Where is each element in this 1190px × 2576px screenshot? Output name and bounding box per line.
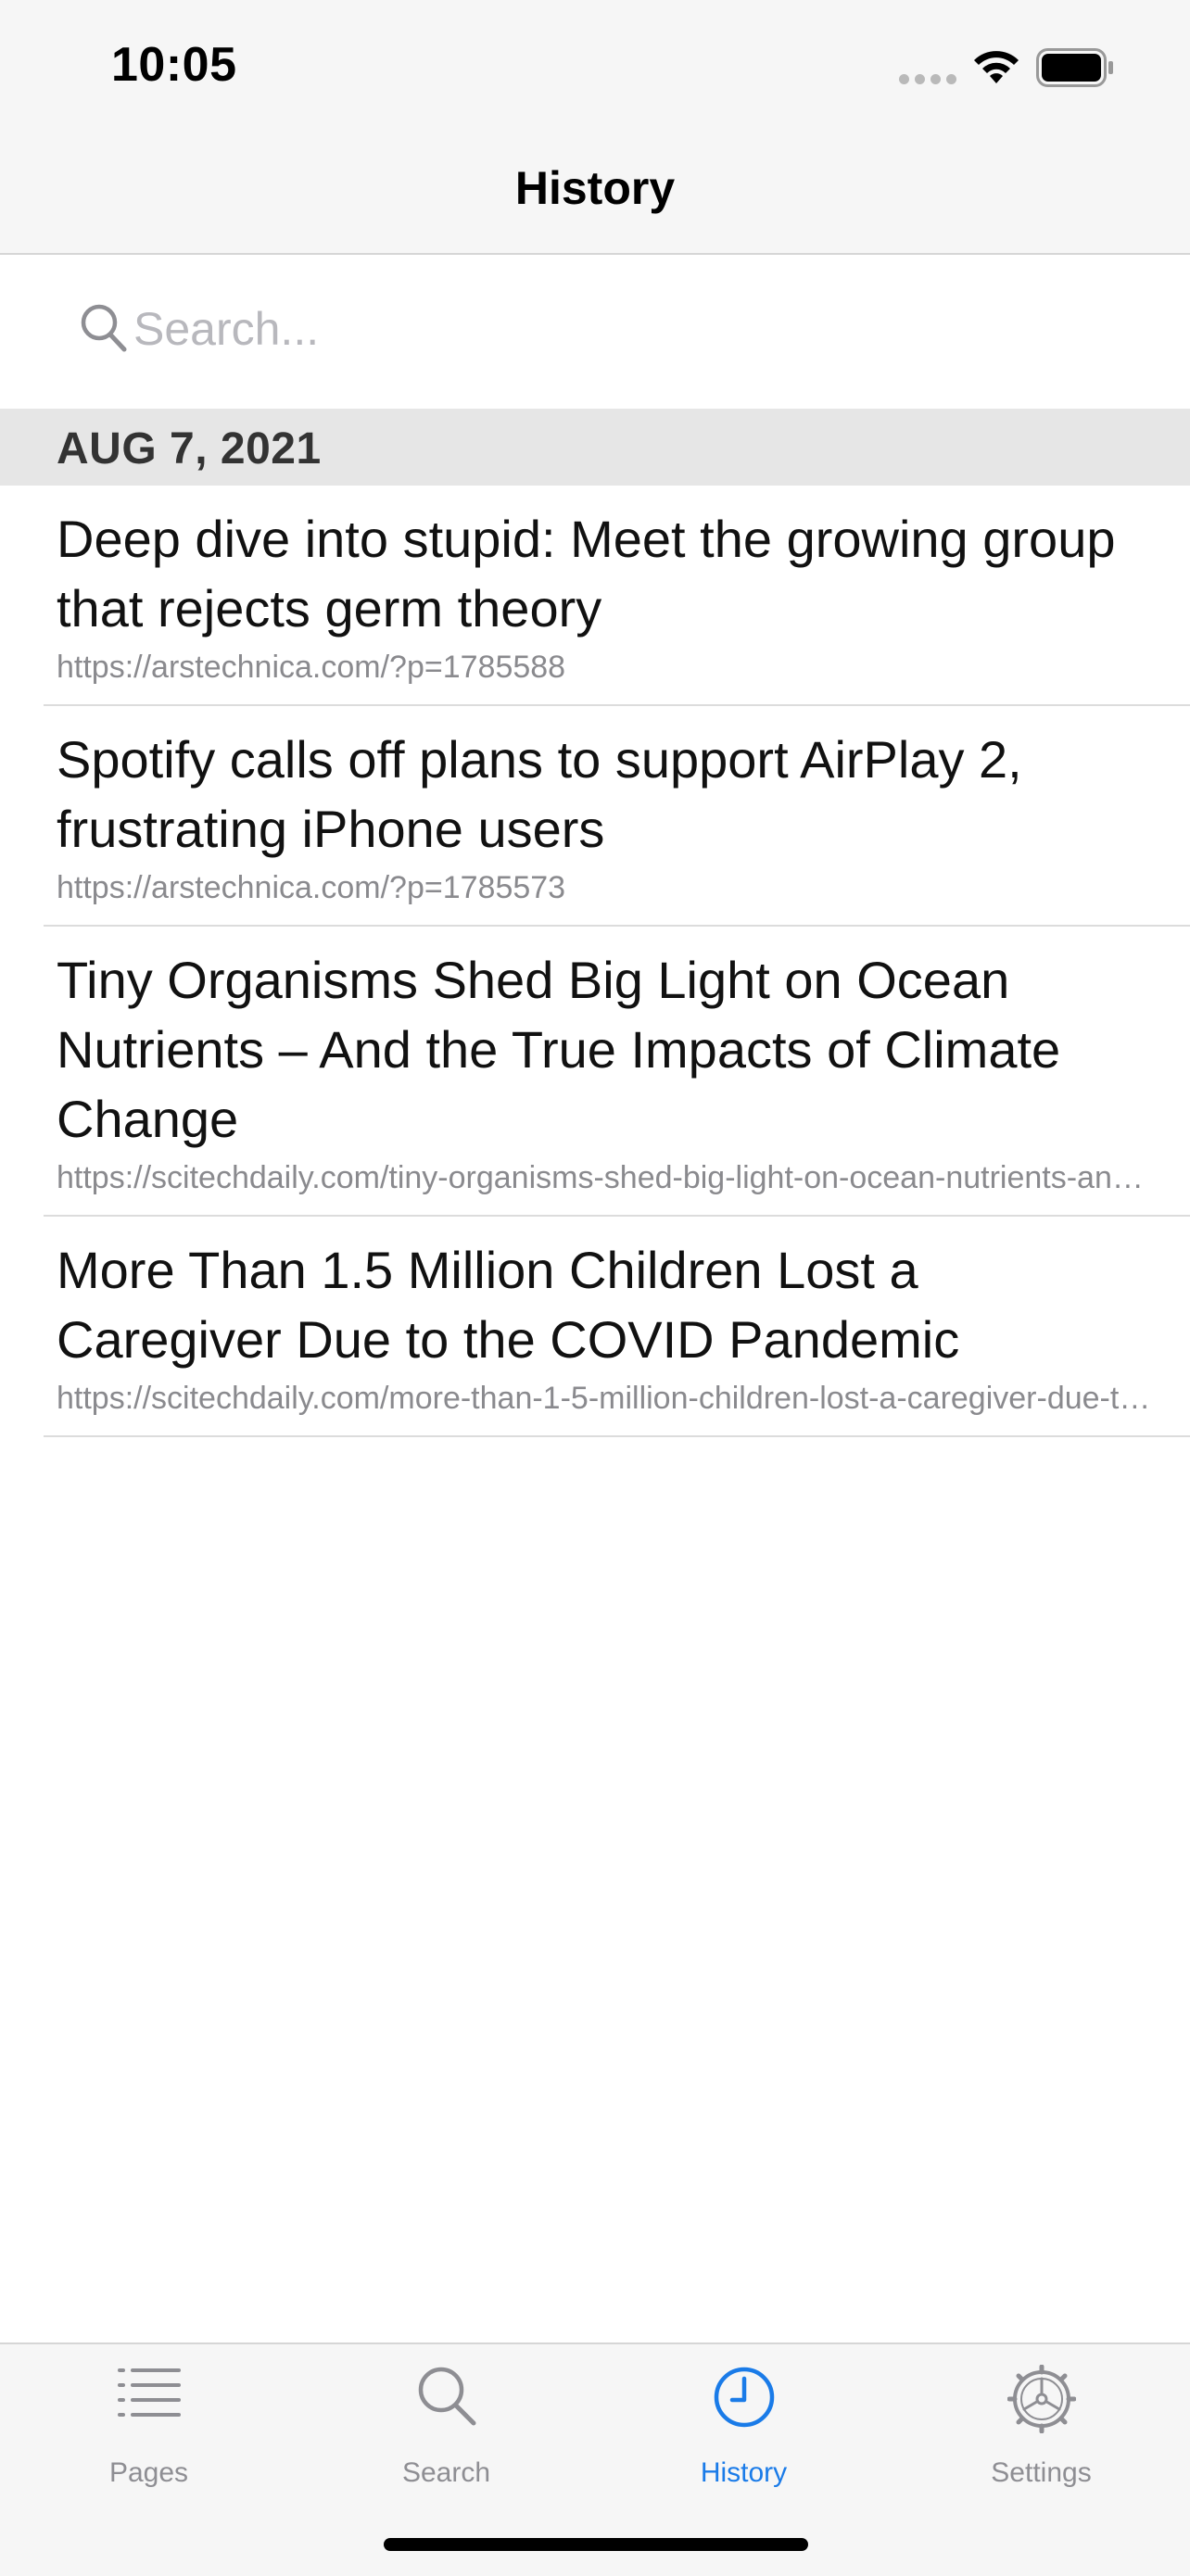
search-icon	[298, 2365, 595, 2439]
history-item[interactable]: Tiny Organisms Shed Big Light on Ocean N…	[44, 927, 1190, 1217]
search-input[interactable]	[133, 292, 1134, 366]
history-item-title: More Than 1.5 Million Children Lost a Ca…	[57, 1241, 960, 1369]
history-item-url: https://scitechdaily.com/tiny-organisms-…	[57, 1160, 1153, 1195]
history-item-title: Deep dive into stupid: Meet the growing …	[57, 510, 1116, 638]
section-date-label: AUG 7, 2021	[57, 424, 322, 474]
search-icon	[81, 304, 127, 352]
tab-pages[interactable]: Pages	[0, 2344, 298, 2511]
tab-history[interactable]: History	[595, 2344, 892, 2511]
history-item-title: Tiny Organisms Shed Big Light on Ocean N…	[57, 951, 1061, 1148]
tab-search-label: Search	[401, 2457, 491, 2488]
tab-search[interactable]: Search	[298, 2344, 595, 2511]
clock-icon	[595, 2365, 892, 2439]
cellular-signal-icon	[899, 74, 956, 85]
status-bar: 10:05	[0, 0, 1190, 139]
history-item-title: Spotify calls off plans to support AirPl…	[57, 730, 1022, 858]
section-header: AUG 7, 2021	[0, 409, 1190, 486]
tab-pages-label: Pages	[108, 2457, 189, 2488]
tab-history-label: History	[700, 2457, 788, 2488]
navigation-bar: History	[0, 139, 1190, 255]
history-item-url: https://scitechdaily.com/more-than-1-5-m…	[57, 1381, 1153, 1416]
battery-icon	[1036, 48, 1113, 87]
tab-settings[interactable]: Settings	[892, 2344, 1190, 2511]
search-bar	[0, 255, 1190, 408]
history-item[interactable]: More Than 1.5 Million Children Lost a Ca…	[44, 1217, 1190, 1437]
history-list: Deep dive into stupid: Meet the growing …	[0, 486, 1190, 1437]
status-time: 10:05	[111, 38, 237, 92]
history-item-url: https://arstechnica.com/?p=1785588	[57, 650, 566, 685]
gear-icon	[892, 2365, 1190, 2439]
history-item[interactable]: Spotify calls off plans to support AirPl…	[44, 706, 1190, 927]
home-indicator	[384, 2538, 808, 2551]
wifi-icon	[974, 51, 1019, 83]
page-title: History	[514, 162, 676, 214]
history-item[interactable]: Deep dive into stupid: Meet the growing …	[44, 486, 1190, 706]
history-item-url: https://arstechnica.com/?p=1785573	[57, 870, 566, 905]
list-icon	[0, 2365, 298, 2439]
tab-settings-label: Settings	[991, 2457, 1092, 2488]
